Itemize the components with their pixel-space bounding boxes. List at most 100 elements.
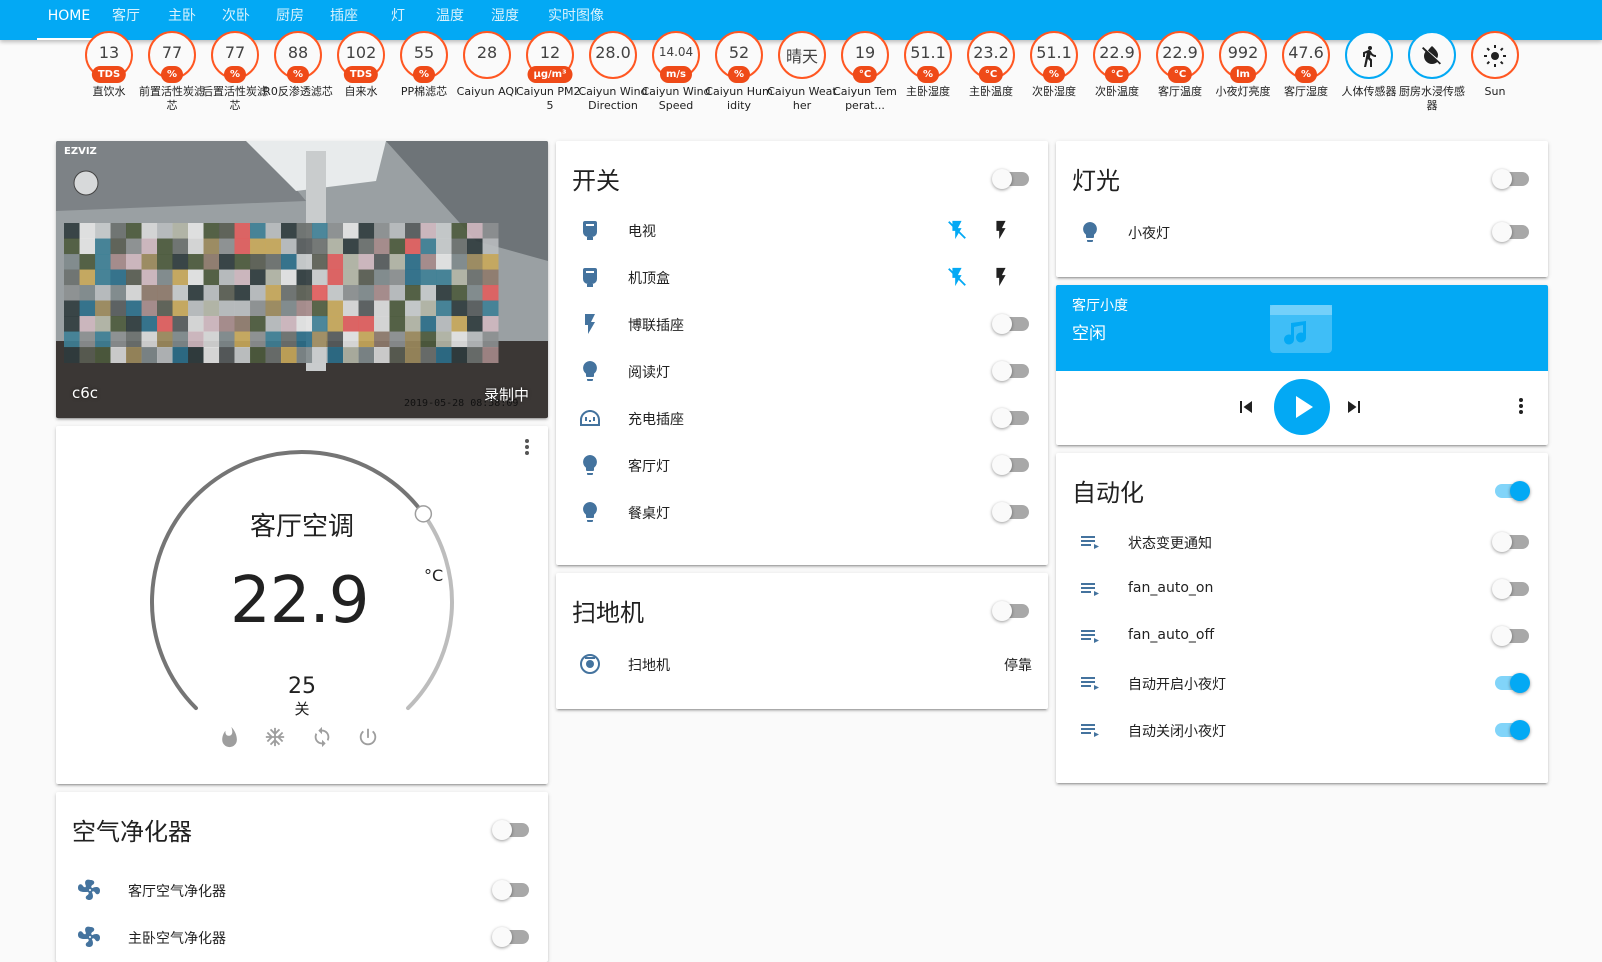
- badge-value: 23.2: [973, 43, 1009, 62]
- automation-toggle[interactable]: [1492, 720, 1530, 740]
- flash-icon[interactable]: [990, 266, 1012, 288]
- automation-label: 状态变更通知: [1128, 536, 1212, 552]
- switch-toggle[interactable]: [992, 408, 1030, 428]
- badge-label: Caiyun AQI: [456, 85, 518, 98]
- cool-mode-icon[interactable]: [264, 726, 288, 750]
- tab-home[interactable]: HOME: [37, 0, 101, 40]
- list-item: 自动关闭小夜灯: [1056, 707, 1548, 754]
- badge-circle: 102 TDS: [337, 31, 385, 83]
- badge-value: 13: [98, 43, 120, 62]
- badge-label: Caiyun PM2.5: [515, 85, 585, 112]
- lights-group-toggle[interactable]: [1492, 169, 1530, 189]
- badge-label: 后置活性炭滤芯: [202, 85, 268, 112]
- air-purifier-card: 空气净化器 客厅空气净化器 主卧空气净化器: [56, 792, 548, 962]
- automation-toggle[interactable]: [1492, 579, 1530, 599]
- flash-icon[interactable]: [990, 219, 1012, 241]
- heat-mode-icon[interactable]: [219, 726, 243, 750]
- badge-label: Caiyun Wind Direction: [578, 85, 648, 112]
- more-options-icon[interactable]: [524, 438, 529, 456]
- flash-off-icon[interactable]: [946, 219, 968, 241]
- badge-unit: °C: [1167, 66, 1193, 83]
- automation-group-toggle[interactable]: [1492, 481, 1530, 501]
- badge-circle: 55%: [400, 31, 448, 83]
- automation-toggle[interactable]: [1492, 626, 1530, 646]
- water-off-icon: [1420, 44, 1444, 68]
- badge-circle: 28: [463, 31, 511, 79]
- switch-toggle[interactable]: [992, 502, 1030, 522]
- lights-title: 灯光: [1072, 167, 1120, 195]
- media-header: 客厅小度 空闲: [1056, 285, 1548, 371]
- next-track-icon[interactable]: [1342, 395, 1366, 419]
- list-item: 充电插座: [556, 395, 1048, 442]
- camera-name: c6c: [72, 384, 99, 402]
- bulb-icon: [578, 359, 602, 383]
- media-player-state: 空闲: [1072, 324, 1106, 344]
- badge-label: 次卧温度: [1095, 85, 1139, 98]
- more-options-icon[interactable]: [1518, 397, 1524, 415]
- play-button[interactable]: [1274, 379, 1330, 435]
- badge-unit: %: [916, 66, 940, 83]
- playlist-play-icon: [1078, 577, 1102, 601]
- switches-group-toggle[interactable]: [992, 169, 1030, 189]
- badge-circle: 13 TDS: [85, 31, 133, 83]
- flash-off-icon[interactable]: [946, 266, 968, 288]
- badge-value: 992: [1227, 43, 1259, 62]
- automation-toggle[interactable]: [1492, 532, 1530, 552]
- flash-icon: [578, 312, 602, 336]
- badge-unit: %: [223, 66, 247, 83]
- switch-toggle[interactable]: [992, 361, 1030, 381]
- automation-toggle[interactable]: [1492, 673, 1530, 693]
- badge-unit: °C: [852, 66, 878, 83]
- playlist-play-icon: [1078, 530, 1102, 554]
- badge-circle: 晴天: [778, 31, 826, 79]
- power-off-icon[interactable]: [357, 726, 381, 750]
- bulb-icon: [578, 453, 602, 477]
- badge-circle: 88%: [274, 31, 322, 83]
- badge-circle: 22.9 °C: [1156, 31, 1204, 83]
- badge-value: 28.0: [595, 43, 631, 62]
- fan-icon: [78, 878, 102, 902]
- badge-unit: %: [412, 66, 436, 83]
- vacuum-title: 扫地机: [572, 599, 644, 627]
- list-item: 小夜灯: [1056, 209, 1548, 256]
- badge-value: 55: [413, 43, 435, 62]
- badge-label: 主卧温度: [969, 85, 1013, 98]
- purifier-toggle[interactable]: [492, 927, 530, 947]
- vacuum-card: 扫地机 扫地机 停靠: [556, 573, 1048, 709]
- badge-circle: 51.1%: [1030, 31, 1078, 83]
- playlist-play-icon: [1078, 718, 1102, 742]
- badge-circle: 22.9 °C: [1093, 31, 1141, 83]
- automation-title: 自动化: [1072, 479, 1144, 507]
- playlist-play-icon: [1078, 624, 1102, 648]
- list-item: 主卧空气净化器: [56, 914, 548, 961]
- switch-toggle[interactable]: [992, 455, 1030, 475]
- sun-icon: [1483, 44, 1507, 68]
- vacuum-group-toggle[interactable]: [992, 601, 1030, 621]
- badge-unit: lm: [1230, 66, 1256, 83]
- air-purifier-group-toggle[interactable]: [492, 820, 530, 840]
- light-toggle[interactable]: [1492, 222, 1530, 242]
- automation-label: fan_auto_off: [1128, 627, 1215, 643]
- badge-circle: 19 °C: [841, 31, 889, 83]
- automation-label: fan_auto_on: [1128, 580, 1214, 596]
- previous-track-icon[interactable]: [1234, 395, 1258, 419]
- badge-label: 前置活性炭滤芯: [139, 85, 205, 112]
- badge-circle: 28.0: [589, 31, 637, 79]
- purifier-label: 主卧空气净化器: [128, 931, 226, 947]
- camera-card[interactable]: EZVIZ c6c 录制中 2019-05-28 08:58:09: [56, 141, 548, 418]
- tab-lights[interactable]: 灯: [383, 0, 413, 40]
- switch-label: 客厅灯: [628, 459, 670, 475]
- badge-value: 102: [345, 43, 377, 62]
- purifier-toggle[interactable]: [492, 880, 530, 900]
- badge-label: Caiyun Wind Speed: [641, 85, 711, 112]
- badge-unit: μg/m³: [527, 66, 573, 83]
- switch-label: 机顶盒: [628, 271, 670, 287]
- badge-label: R0反渗透滤芯: [263, 85, 333, 98]
- camera-image[interactable]: EZVIZ c6c 录制中 2019-05-28 08:58:09: [56, 141, 548, 418]
- auto-mode-icon[interactable]: [311, 726, 335, 750]
- list-item[interactable]: 扫地机 停靠: [556, 641, 1048, 688]
- badge-label: 人体传感器: [1341, 85, 1397, 98]
- walk-icon: [1357, 44, 1381, 68]
- switch-toggle[interactable]: [992, 314, 1030, 334]
- thermostat-unit: °C: [424, 566, 444, 585]
